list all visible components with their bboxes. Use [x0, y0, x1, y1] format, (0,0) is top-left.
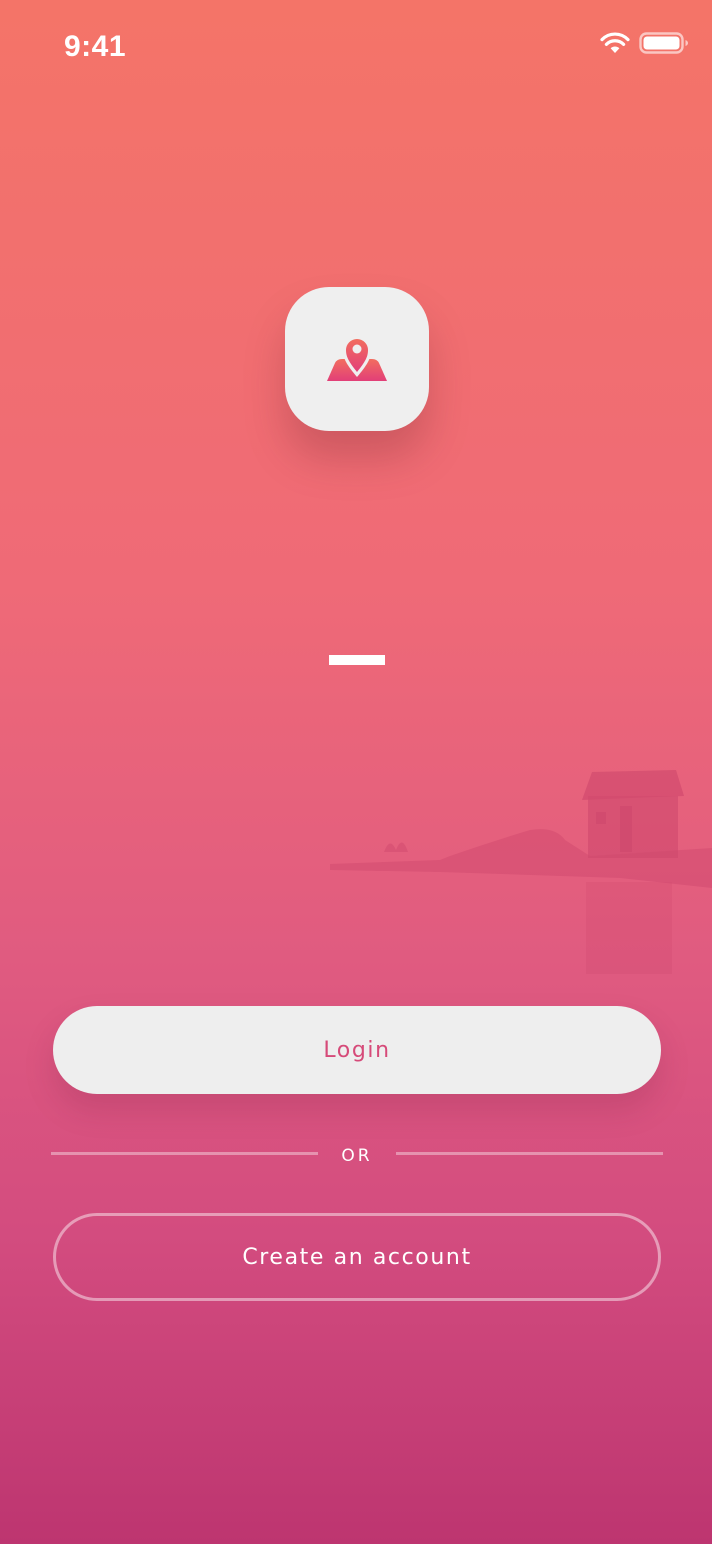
status-bar: 9:41 — [0, 0, 712, 96]
create-account-button-label: Create an account — [242, 1244, 472, 1270]
login-button-label: Login — [323, 1037, 391, 1063]
battery-icon — [639, 32, 688, 54]
welcome-screen: 9:41 Login OR Create an account — [0, 0, 712, 1544]
map-pin-icon — [327, 336, 387, 381]
create-account-button[interactable]: Create an account — [53, 1213, 661, 1301]
boathouse-illustration — [330, 770, 712, 974]
status-time: 9:41 — [64, 30, 127, 63]
or-separator: OR — [341, 1146, 373, 1166]
login-button[interactable]: Login — [53, 1006, 661, 1094]
wifi-icon — [600, 32, 630, 53]
title-placeholder — [329, 655, 385, 665]
app-logo — [285, 287, 429, 431]
divider-right — [396, 1152, 663, 1155]
divider-left — [51, 1152, 318, 1155]
